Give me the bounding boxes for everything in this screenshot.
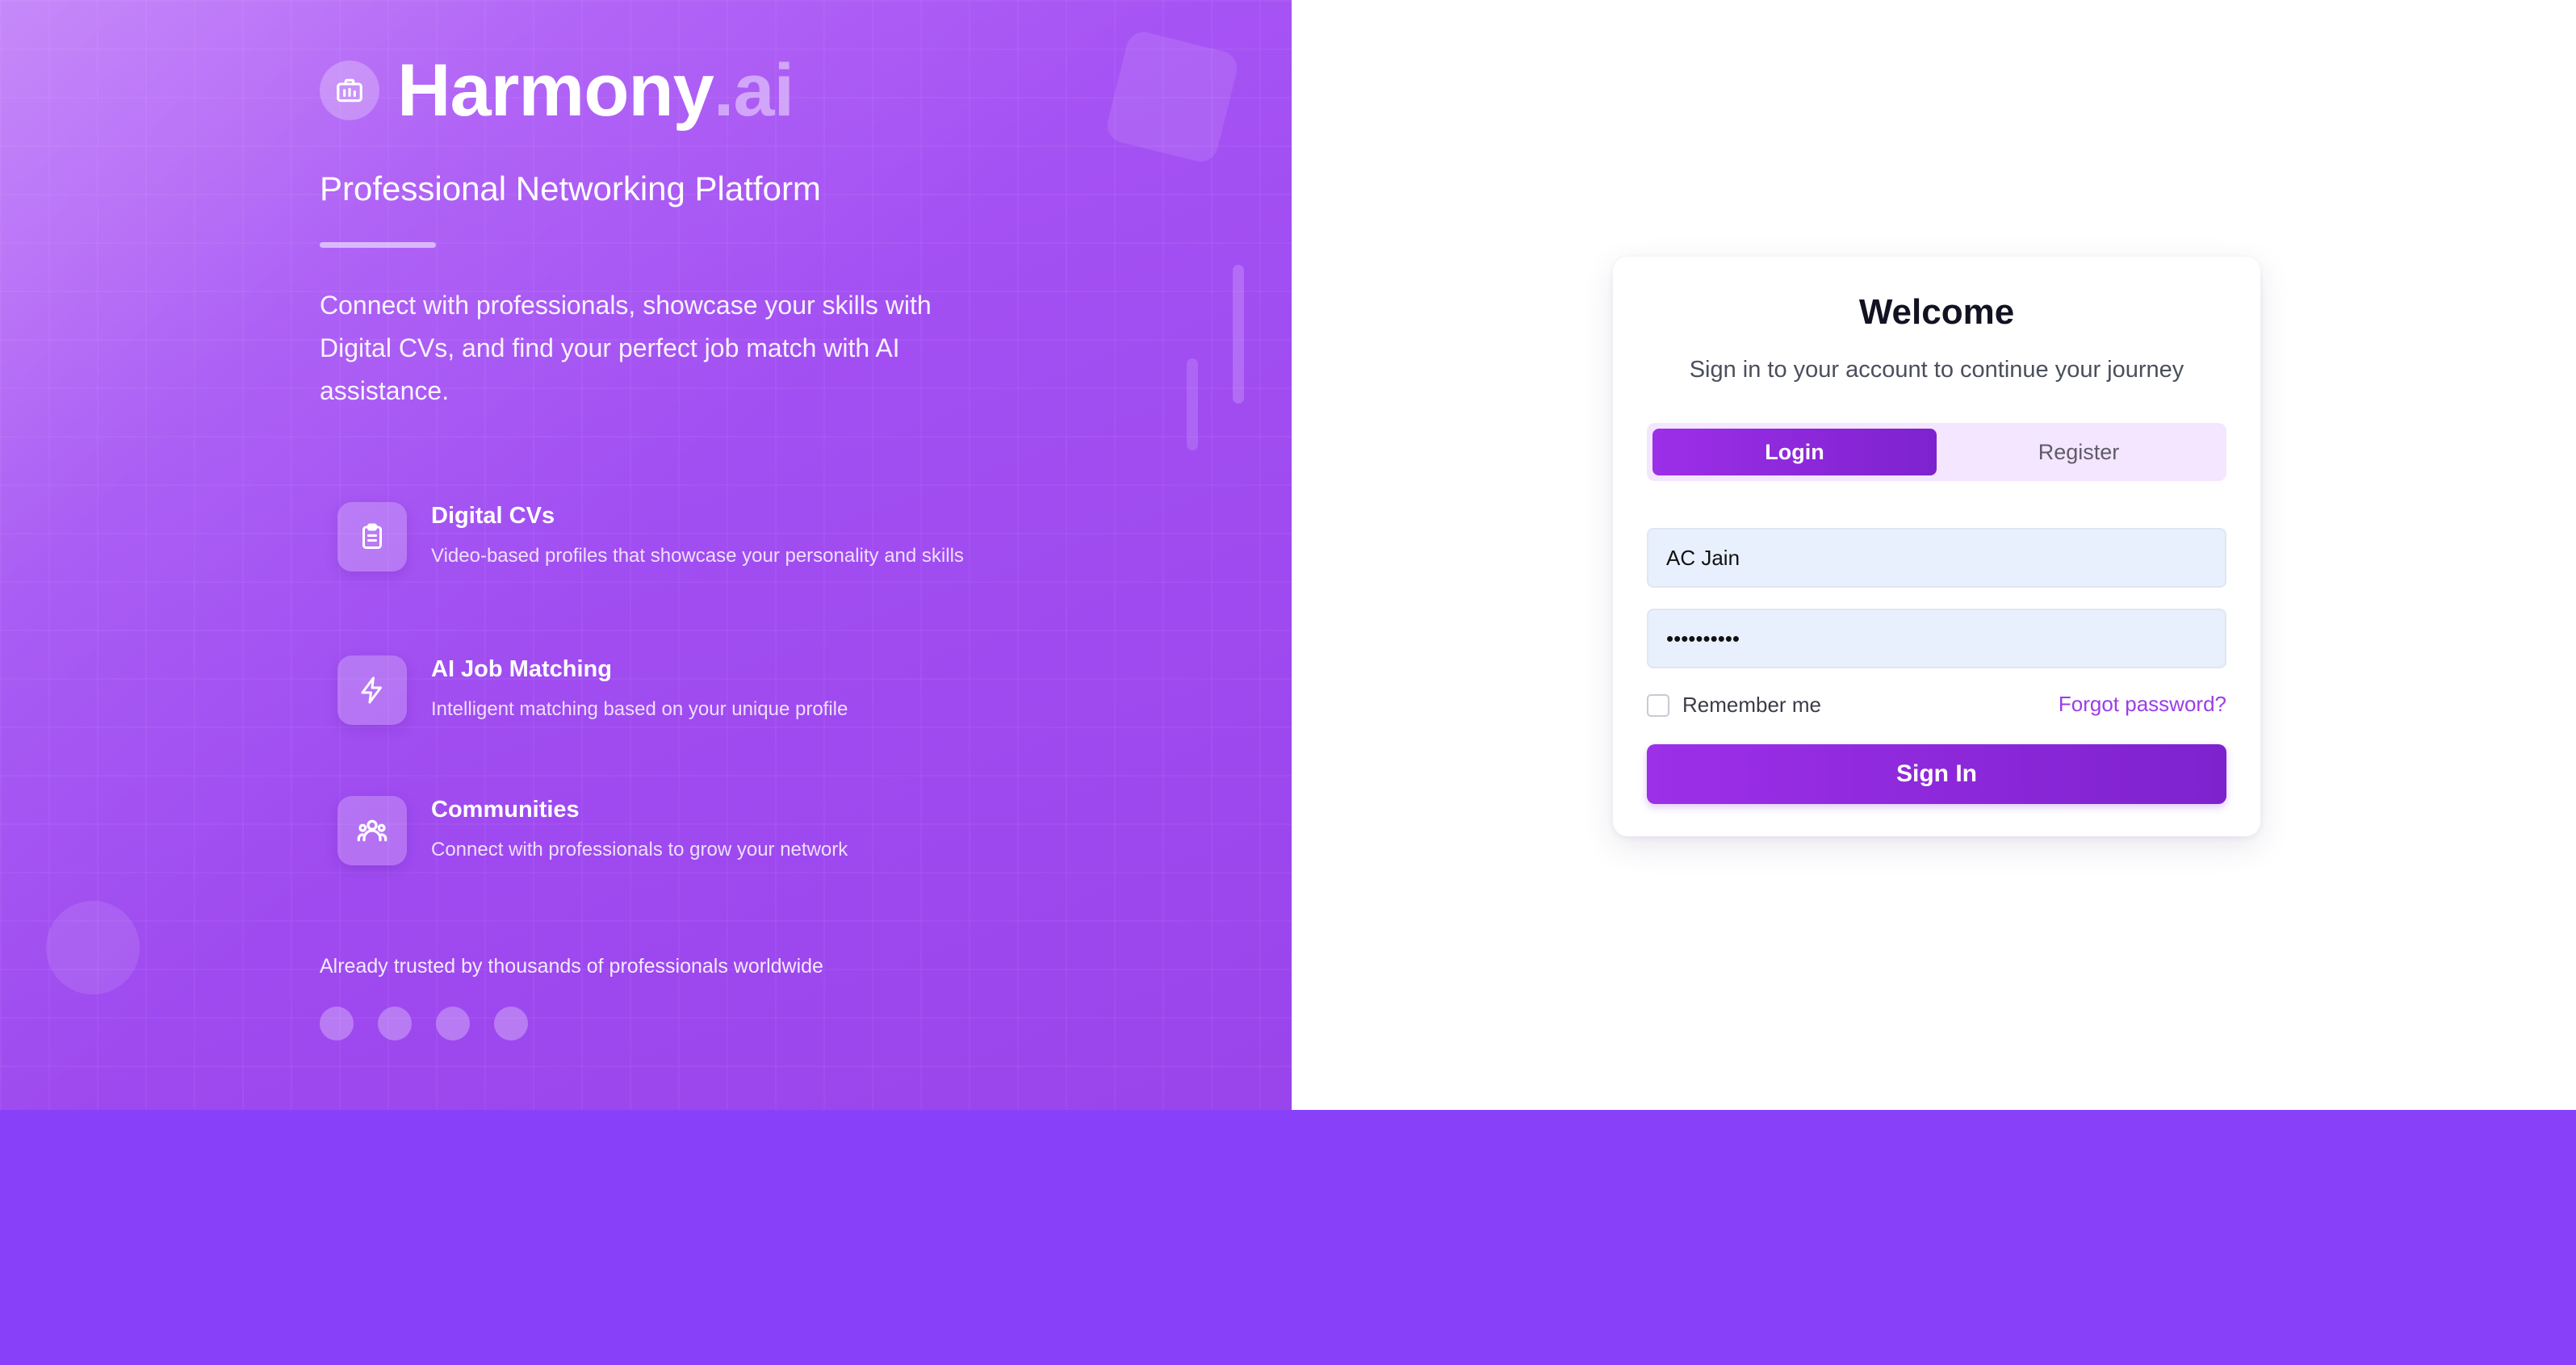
tab-register[interactable]: Register <box>1937 429 2221 475</box>
page-footer-area <box>0 1110 2576 1365</box>
hero-description: Connect with professionals, showcase you… <box>320 291 932 405</box>
brand-suffix: .ai <box>713 49 794 132</box>
avatar-group <box>320 1007 552 1040</box>
feature-digital-cvs: Digital CVs Video-based profiles that sh… <box>337 502 972 572</box>
tab-login[interactable]: Login <box>1652 429 1937 475</box>
feature-description: Video-based profiles that showcase your … <box>431 544 964 567</box>
feature-title: Digital CVs <box>431 503 555 529</box>
password-input[interactable] <box>1647 609 2226 668</box>
brand: Harmony .ai <box>320 53 794 128</box>
lightning-icon <box>337 655 407 725</box>
card-subtitle: Sign in to your account to continue your… <box>1689 357 2184 383</box>
feature-ai-job-matching: AI Job Matching Intelligent matching bas… <box>337 655 972 725</box>
username-input[interactable] <box>1647 528 2226 588</box>
feature-communities: Communities Connect with professionals t… <box>337 796 972 865</box>
brand-name: Harmony <box>397 49 714 132</box>
sign-in-button[interactable]: Sign In <box>1647 744 2226 804</box>
feature-title: AI Job Matching <box>431 656 612 682</box>
auth-tabs: Login Register <box>1647 423 2226 481</box>
remember-me-label: Remember me <box>1682 693 1821 717</box>
feature-description: Connect with professionals to grow your … <box>431 838 848 860</box>
hero-panel: Harmony .ai Professional Networking Platf… <box>0 0 1292 1110</box>
decorative-bar <box>1187 358 1198 450</box>
card-title: Welcome <box>1858 292 2015 332</box>
decorative-bar <box>1233 265 1244 404</box>
users-icon <box>337 796 407 865</box>
trusted-text: Already trusted by thousands of professi… <box>320 955 823 978</box>
tagline-underline <box>320 242 436 248</box>
clipboard-icon <box>337 502 407 572</box>
feature-title: Communities <box>431 797 580 823</box>
decorative-square <box>1104 28 1241 165</box>
login-card: Welcome Sign in to your account to conti… <box>1613 257 2260 836</box>
tagline: Professional Networking Platform <box>320 170 821 207</box>
briefcase-icon <box>320 61 379 120</box>
page-top: Harmony .ai Professional Networking Platf… <box>0 0 2576 1110</box>
forgot-password-link[interactable]: Forgot password? <box>2059 693 2226 715</box>
remember-me-checkbox[interactable] <box>1647 693 1669 717</box>
avatar <box>494 1007 528 1040</box>
avatar <box>320 1007 354 1040</box>
avatar <box>378 1007 412 1040</box>
remember-me[interactable]: Remember me <box>1647 693 1821 718</box>
avatar <box>436 1007 470 1040</box>
decorative-circle <box>46 901 140 994</box>
feature-description: Intelligent matching based on your uniqu… <box>431 697 848 720</box>
auth-panel: Welcome Sign in to your account to conti… <box>1292 0 2576 1110</box>
